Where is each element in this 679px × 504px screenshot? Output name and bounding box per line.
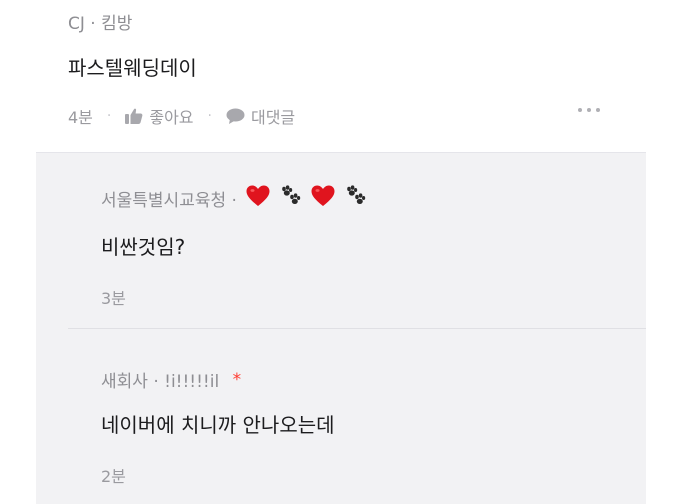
reply-button[interactable]: 대댓글 <box>226 104 295 128</box>
top-comment: CJ · 킴방 파스텔웨딩데이 4분 · 좋아요 · 대댓글 <box>0 0 679 152</box>
comment-thread: CJ · 킴방 파스텔웨딩데이 4분 · 좋아요 · 대댓글 서울특별시교육청 … <box>0 0 679 504</box>
reply-button-label: 대댓글 <box>250 108 296 127</box>
comment-text: 파스텔웨딩데이 <box>68 56 197 80</box>
like-button[interactable]: 좋아요 <box>125 104 194 128</box>
replies-section: 서울특별시교육청 · 비싼것임? 3분 새회사 · !i!!!!!il * 네이… <box>36 152 646 504</box>
comment-author[interactable]: CJ · 킴방 <box>68 9 132 34</box>
reply-author-name: 새회사 · !i!!!!!il <box>101 372 220 392</box>
comment-time: 4분 <box>68 108 93 127</box>
speech-bubble-icon <box>226 108 245 124</box>
reply-time: 2분 <box>101 467 126 486</box>
more-dot <box>596 108 600 112</box>
separator-dot: · <box>207 108 212 124</box>
heart-icon <box>246 185 270 212</box>
reply-text: 네이버에 치니까 안나오는데 <box>101 413 335 437</box>
reply-author[interactable]: 새회사 · !i!!!!!il * <box>101 367 242 393</box>
more-dot <box>578 108 582 112</box>
reply-author-name: 서울특별시교육청 · <box>101 191 237 211</box>
more-options-button[interactable] <box>574 104 604 116</box>
comment-actions: 4분 · 좋아요 · 대댓글 <box>68 104 295 128</box>
reply-author[interactable]: 서울특별시교육청 · <box>101 185 368 212</box>
heart-icon <box>311 185 335 212</box>
reply-divider <box>68 328 646 329</box>
reply-time: 3분 <box>101 289 126 308</box>
separator-dot: · <box>106 108 112 124</box>
more-dot <box>587 108 591 112</box>
paw-prints-icon <box>279 185 303 212</box>
thumbs-up-icon <box>125 108 143 124</box>
reply-text: 비싼것임? <box>101 235 186 259</box>
paw-prints-icon <box>344 185 368 212</box>
like-button-label: 좋아요 <box>149 108 194 127</box>
author-badge: * <box>232 369 242 390</box>
